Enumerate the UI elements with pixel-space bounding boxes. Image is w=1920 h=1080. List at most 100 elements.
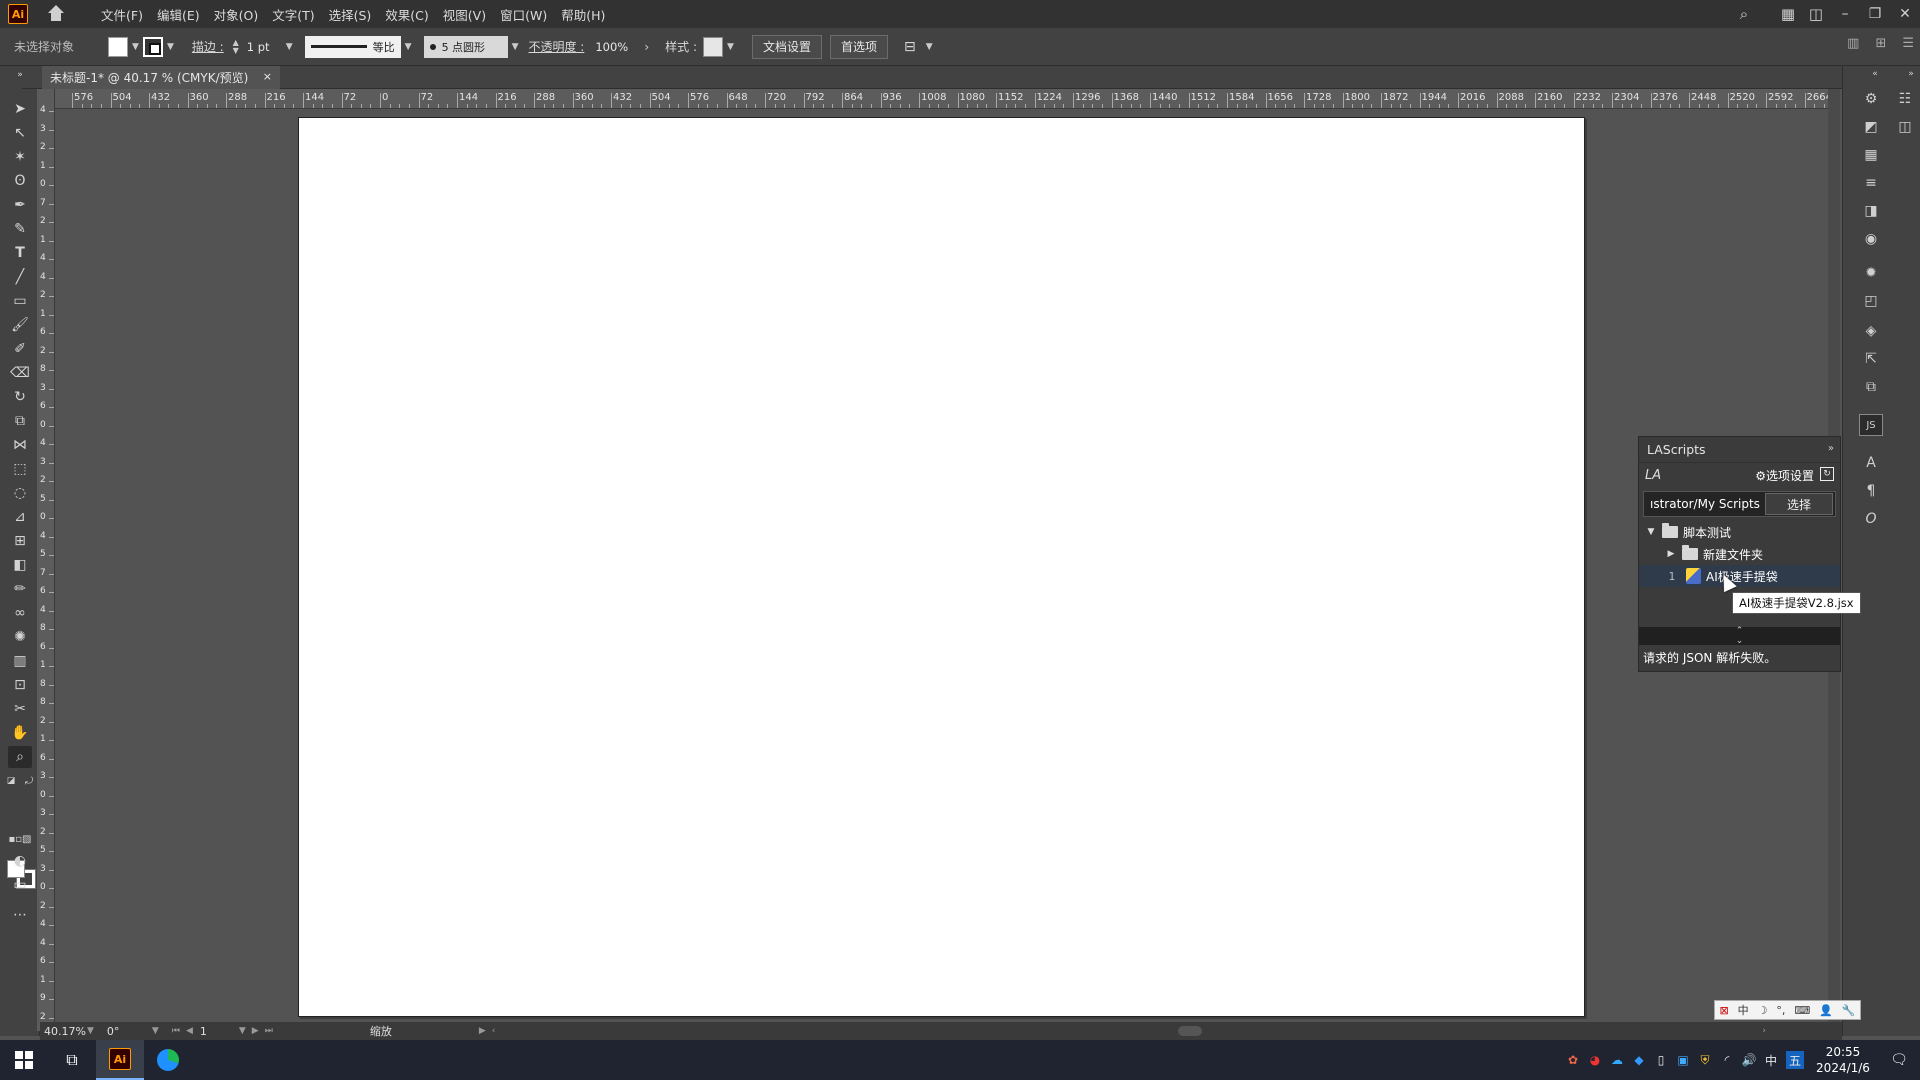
lascripts-panel-icon[interactable]: JS	[1859, 414, 1883, 436]
artboard-tool-icon[interactable]: ⊡	[8, 674, 32, 696]
rotate-tool-icon[interactable]: ↻	[8, 386, 32, 408]
tray-security-icon[interactable]: ⛨	[1694, 1040, 1716, 1080]
mesh-tool-icon[interactable]: ⊞	[8, 530, 32, 552]
style-swatch[interactable]	[703, 36, 724, 57]
rotation-dropdown-icon[interactable]: ▼	[152, 1026, 159, 1036]
panel-collapse-icon[interactable]: »	[1828, 443, 1834, 454]
options-settings-button[interactable]: ⚙选项设置	[1755, 467, 1814, 484]
reload-icon[interactable]: ↻	[1820, 467, 1834, 481]
stroke-spinner-icon[interactable]: ▲ ▼	[230, 38, 242, 55]
paragraph-panel-icon[interactable]: ¶	[1859, 480, 1883, 502]
ime-moon-icon[interactable]: ☽	[1758, 1004, 1768, 1017]
fill-swatch[interactable]	[108, 36, 129, 57]
align-dropdown-icon[interactable]: ▼	[926, 42, 933, 52]
dock-expand-icon[interactable]: »	[1899, 68, 1920, 80]
scroll-right-icon[interactable]: ›	[1762, 1026, 1766, 1036]
prev-artboard-icon[interactable]: ◀	[186, 1026, 193, 1036]
last-artboard-icon[interactable]: ⏭	[265, 1026, 273, 1036]
taskbar-edge[interactable]	[144, 1040, 192, 1080]
menu-view[interactable]: 视图(V)	[436, 5, 493, 24]
tray-display-icon[interactable]: ▣	[1672, 1040, 1694, 1080]
ime-settings-icon[interactable]: 🔧	[1842, 1004, 1856, 1017]
scroll-left-icon[interactable]: ‹	[492, 1026, 496, 1036]
ime-logo-icon[interactable]: ⊠	[1719, 1004, 1728, 1017]
ime-punct-icon[interactable]: °,	[1776, 1004, 1785, 1017]
document-tab[interactable]: 未标题-1* @ 40.17 % (CMYK/预览) ×	[42, 66, 280, 89]
horizontal-ruler[interactable]: 576 504 432 360 288 216 144 72 0 72 144 216 288 360 43…	[44, 89, 1835, 109]
perspective-grid-tool-icon[interactable]: ⊿	[8, 506, 32, 528]
blob-brush-tool-icon[interactable]: ✐	[8, 338, 32, 360]
artboard[interactable]	[298, 117, 1585, 1017]
close-window-button[interactable]: ✕	[1890, 0, 1920, 28]
curvature-tool-icon[interactable]: ✎	[8, 218, 32, 240]
ime-lang[interactable]: 中	[1738, 1002, 1749, 1018]
scale-tool-icon[interactable]: ⧉	[8, 410, 32, 432]
hand-tool-icon[interactable]: ✋	[8, 722, 32, 744]
brush-field[interactable]: 5 点圆形	[423, 35, 508, 58]
workspace-icon[interactable]: ◫	[1802, 0, 1830, 28]
default-colors-icon[interactable]: ◪	[4, 770, 18, 792]
properties-panel-icon[interactable]: ⚙	[1859, 88, 1883, 110]
zoom-level-field[interactable]: 40.17%	[40, 1023, 86, 1039]
rotation-field[interactable]: 0°	[103, 1023, 149, 1039]
cc-libraries-icon[interactable]: ◫	[1893, 116, 1917, 138]
opacity-field[interactable]: 100%	[590, 36, 640, 58]
tree-item-script[interactable]: 1 AI极速手提袋	[1639, 565, 1840, 587]
layers-panel-icon[interactable]: ◈	[1859, 320, 1883, 342]
search-icon[interactable]: ⌕	[1730, 0, 1758, 28]
zoom-tool-icon[interactable]: ⌕	[8, 746, 32, 768]
ime-mode-indicator[interactable]: 五	[1786, 1051, 1804, 1069]
pen-tool-icon[interactable]: ✒	[8, 194, 32, 216]
menu-type[interactable]: 文字(T)	[265, 5, 321, 24]
tree-item-subfolder[interactable]: ▶ 新建文件夹	[1639, 543, 1840, 565]
menu-help[interactable]: 帮助(H)	[554, 5, 612, 24]
stroke-swatch[interactable]	[142, 36, 163, 57]
dock-collapse-icon[interactable]: «	[1863, 68, 1887, 80]
menu-edit[interactable]: 编辑(E)	[150, 5, 207, 24]
arrange-icon[interactable]: ⊞	[1875, 36, 1886, 51]
stroke-profile-field[interactable]: 等比	[304, 35, 401, 58]
menu-window[interactable]: 窗口(W)	[493, 5, 554, 24]
eyedropper-tool-icon[interactable]: ✏	[8, 578, 32, 600]
status-mode-label[interactable]: 缩放	[366, 1023, 476, 1039]
magic-wand-tool-icon[interactable]: ✶	[8, 146, 32, 168]
volume-icon[interactable]: 🔊	[1738, 1040, 1760, 1080]
tree-item-root-folder[interactable]: ▼ 脚本测试	[1639, 521, 1840, 543]
libraries-panel-icon[interactable]: ◩	[1859, 116, 1883, 138]
transparency-panel-icon[interactable]: ◉	[1859, 228, 1883, 250]
line-tool-icon[interactable]: ╱	[8, 266, 32, 288]
chevron-down-icon[interactable]: ▼	[1645, 527, 1657, 537]
swatches-panel-icon[interactable]: ▦	[1859, 144, 1883, 166]
stroke-weight-dropdown-icon[interactable]: ▼	[286, 42, 293, 52]
graphic-styles-panel-icon[interactable]: ◰	[1859, 290, 1883, 312]
style-dropdown-icon[interactable]: ▼	[727, 42, 734, 52]
align-icon[interactable]: ⊟	[904, 39, 916, 55]
stroke-panel-icon[interactable]: ≡	[1859, 172, 1883, 194]
arrange-documents-icon[interactable]: ▦	[1774, 0, 1802, 28]
gradient-tool-icon[interactable]: ◧	[8, 554, 32, 576]
taskbar-illustrator[interactable]: Ai	[96, 1040, 144, 1080]
minimize-button[interactable]: –	[1830, 0, 1860, 28]
shape-builder-tool-icon[interactable]: ◌	[8, 482, 32, 504]
control-panel-icon[interactable]: ☷	[1893, 88, 1917, 110]
selection-tool-icon[interactable]: ➤	[8, 98, 32, 120]
appearance-panel-icon[interactable]: ✹	[1859, 262, 1883, 284]
zoom-dropdown-icon[interactable]: ▼	[87, 1026, 94, 1036]
direct-selection-tool-icon[interactable]: ↖	[8, 122, 32, 144]
vertical-ruler[interactable]: 4 3 2 1 0 7 2 1 4 4 2 1 6 2 8 3 6 0 4 3 2 5 0 4 5 7 6 4 8 6 1 8 8 2 1 6 3 0 3 2…	[37, 89, 55, 1031]
menu-file[interactable]: 文件(F)	[94, 5, 150, 24]
blend-tool-icon[interactable]: ∞	[8, 602, 32, 624]
swap-colors-icon[interactable]: ⤾	[22, 770, 36, 792]
start-button[interactable]	[0, 1040, 48, 1080]
stroke-dropdown-icon[interactable]: ▼	[167, 42, 174, 52]
slice-tool-icon[interactable]: ✂	[8, 698, 32, 720]
export-panel-icon[interactable]: ⇱	[1859, 348, 1883, 370]
color-mode-icons[interactable]: ▪▫▧	[8, 828, 32, 850]
scripts-path-field[interactable]: ıstrator/My Scripts	[1644, 497, 1765, 511]
rectangle-tool-icon[interactable]: ▭	[8, 290, 32, 312]
next-artboard-icon[interactable]: ▶	[252, 1026, 259, 1036]
stroke-weight-field[interactable]: 1 pt	[242, 36, 282, 58]
tray-cloud-icon[interactable]: ☁	[1606, 1040, 1628, 1080]
drawing-mode-icon[interactable]: ◐	[8, 850, 32, 872]
edit-toolbar-icon[interactable]: ⋯	[8, 904, 32, 926]
